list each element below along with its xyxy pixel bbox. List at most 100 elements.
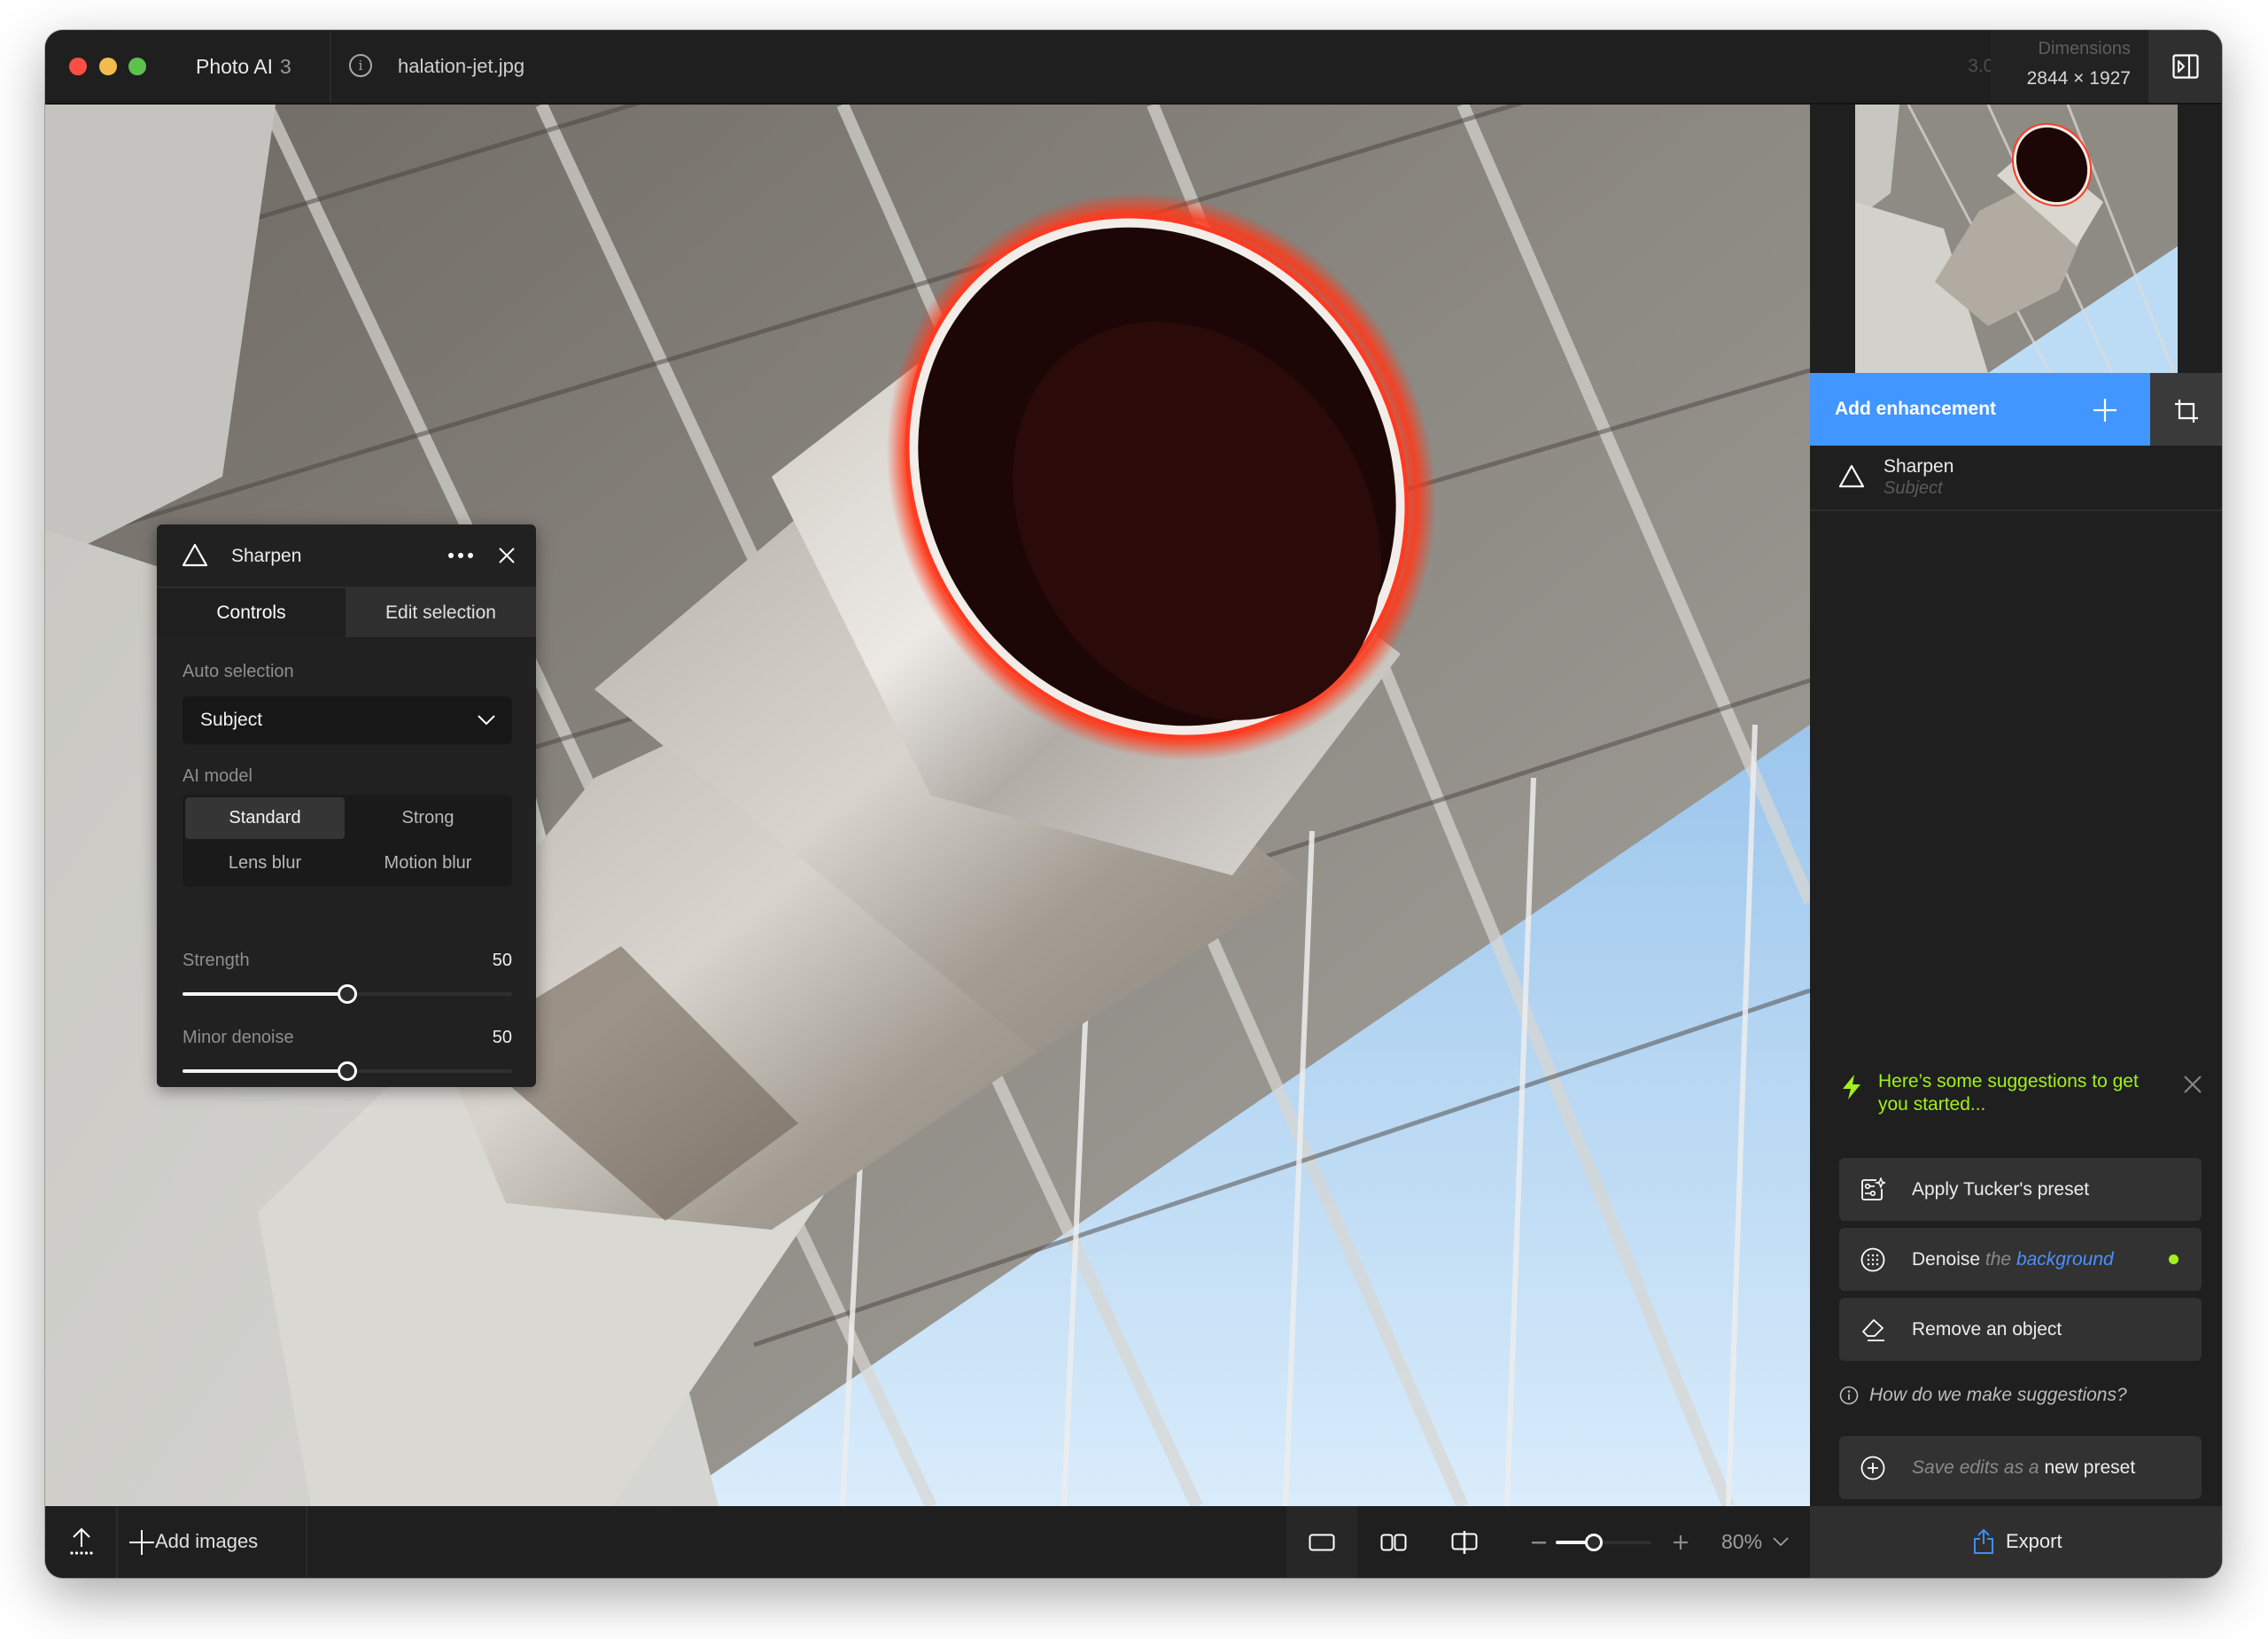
ai-model-label: AI model (183, 766, 252, 786)
zoom-slider-handle[interactable] (1585, 1534, 1604, 1551)
export-share-icon (1974, 1528, 1993, 1554)
minor-denoise-slider[interactable] (183, 1061, 512, 1081)
close-panel-icon[interactable] (498, 547, 516, 564)
more-options-icon[interactable] (447, 551, 474, 560)
split-view-icon (1451, 1531, 1478, 1554)
app-name: Photo AI (196, 55, 273, 78)
close-suggestions-icon[interactable] (2182, 1074, 2203, 1095)
suggestion-indicator-dot (2169, 1254, 2179, 1264)
minor-denoise-slider-handle[interactable] (338, 1061, 357, 1081)
eraser-icon (1862, 1319, 1884, 1341)
dimensions-label: Dimensions (2038, 39, 2131, 58)
file-info-icon[interactable]: i (349, 54, 372, 77)
app-major-version: 3 (279, 55, 291, 78)
suggestion-label: Denoise the background (1912, 1228, 2114, 1291)
view-split-button[interactable] (1428, 1506, 1499, 1578)
denoise-grid-icon (1860, 1247, 1885, 1272)
view-single-button[interactable] (1286, 1506, 1357, 1578)
layer-target: Subject (1884, 478, 1943, 498)
export-button[interactable]: Export (1810, 1506, 2222, 1578)
save-preset-label: Save edits as a new preset (1912, 1436, 2135, 1499)
thumbnail-image (1855, 105, 2178, 373)
info-icon (1839, 1386, 1859, 1405)
strength-value: 50 (492, 951, 512, 970)
plus-icon (2093, 399, 2117, 422)
view-side-by-side-button[interactable] (1357, 1506, 1428, 1578)
toggle-sidebar-button[interactable] (2148, 30, 2222, 103)
add-images-label: Add images (155, 1530, 259, 1552)
toolbar-divider (306, 1506, 307, 1578)
suggestion-target-link[interactable]: background (2016, 1249, 2114, 1270)
close-window-button[interactable] (69, 58, 87, 75)
auto-selection-value: Subject (200, 710, 263, 730)
suggestion-apply-preset[interactable]: Apply Tucker's preset (1839, 1158, 2202, 1221)
app-window: Photo AI 3 i halation-jet.jpg 3.0.4 Dimen… (45, 30, 2222, 1578)
suggestion-label: Apply Tucker's preset (1912, 1179, 2090, 1200)
dimensions-info: Dimensions 2844 × 1927 (1991, 30, 2148, 103)
suggestion-remove-object[interactable]: Remove an object (1839, 1298, 2202, 1361)
minor-denoise-slider-fill (183, 1069, 347, 1073)
sharpen-panel: Sharpen Controls Edit selection Auto sel… (157, 524, 536, 1087)
ai-model-motion-blur[interactable]: Motion blur (348, 843, 508, 884)
plus-circle-icon (1860, 1456, 1885, 1480)
single-view-icon (1309, 1534, 1335, 1551)
maximize-window-button[interactable] (128, 58, 146, 75)
minimize-window-button[interactable] (99, 58, 117, 75)
sharpen-panel-title: Sharpen (231, 546, 302, 566)
strength-slider-fill (183, 992, 347, 996)
minor-denoise-value: 50 (492, 1028, 512, 1047)
chevron-down-icon (478, 715, 495, 726)
plus-icon (129, 1530, 154, 1555)
suggestion-denoise-background[interactable]: Denoise the background (1839, 1228, 2202, 1291)
save-preset-prefix: Save edits as a (1912, 1457, 2039, 1478)
titlebar-divider (330, 30, 331, 103)
titlebar: Photo AI 3 i halation-jet.jpg 3.0.4 Dimen… (45, 30, 2222, 105)
strength-slider-handle[interactable] (338, 984, 357, 1004)
tab-edit-selection[interactable]: Edit selection (346, 588, 536, 637)
strength-slider[interactable] (183, 984, 512, 1004)
minor-denoise-label: Minor denoise (183, 1028, 294, 1047)
add-enhancement-button[interactable]: Add enhancement (1810, 373, 2150, 446)
layer-name: Sharpen (1884, 456, 1954, 477)
how-suggestions-link[interactable]: How do we make suggestions? (1869, 1385, 2127, 1406)
save-new-preset-button[interactable]: Save edits as a new preset (1839, 1436, 2202, 1499)
ai-model-lens-blur[interactable]: Lens blur (185, 843, 345, 884)
zoom-slider[interactable] (1556, 1534, 1651, 1551)
suggestion-action: Denoise (1912, 1249, 1981, 1270)
strength-label: Strength (183, 951, 250, 970)
ai-model-strong[interactable]: Strong (348, 797, 508, 839)
right-sidebar: Add enhancement Sharpen Subject Here’s s… (1810, 105, 2222, 1506)
upload-button[interactable] (45, 1506, 115, 1578)
preset-sparkle-icon (1861, 1177, 1885, 1200)
app-title: Photo AI 3 (196, 51, 291, 82)
filename: halation-jet.jpg (398, 55, 525, 77)
add-images-button[interactable]: Add images (118, 1506, 306, 1578)
layer-item-sharpen[interactable]: Sharpen Subject (1810, 446, 2222, 511)
ai-model-selector: Standard Strong Lens blur Motion blur (183, 795, 512, 887)
ai-model-standard[interactable]: Standard (185, 797, 345, 839)
suggestion-connector: the (1984, 1249, 2012, 1270)
auto-selection-label: Auto selection (183, 662, 294, 681)
save-preset-text: new preset (2044, 1457, 2136, 1478)
suggestions-header: Here’s some suggestions to get you start… (1878, 1071, 2139, 1115)
tab-controls[interactable]: Controls (157, 588, 346, 637)
suggestion-label: Remove an object (1912, 1319, 2062, 1340)
bottom-toolbar: Add images 80% Export (45, 1506, 2222, 1578)
auto-selection-dropdown[interactable]: Subject (183, 696, 512, 744)
chevron-down-icon[interactable] (1773, 1537, 1789, 1547)
triangle-icon (1838, 464, 1865, 488)
upload-icon (70, 1527, 93, 1555)
side-by-side-icon (1380, 1534, 1407, 1551)
add-enhancement-label: Add enhancement (1835, 399, 1997, 419)
crop-icon (2175, 400, 2198, 423)
zoom-in-icon[interactable] (1673, 1534, 1689, 1550)
navigator-thumbnail[interactable] (1855, 105, 2178, 373)
zoom-level[interactable]: 80% (1721, 1526, 1762, 1557)
export-label: Export (2006, 1530, 2062, 1552)
sidebar-toggle-icon (2172, 54, 2199, 79)
crop-button[interactable] (2150, 373, 2222, 446)
lightning-icon (1843, 1075, 1860, 1099)
zoom-out-icon[interactable] (1532, 1542, 1546, 1544)
sharpen-panel-header: Sharpen (157, 524, 536, 588)
triangle-icon (182, 543, 208, 567)
